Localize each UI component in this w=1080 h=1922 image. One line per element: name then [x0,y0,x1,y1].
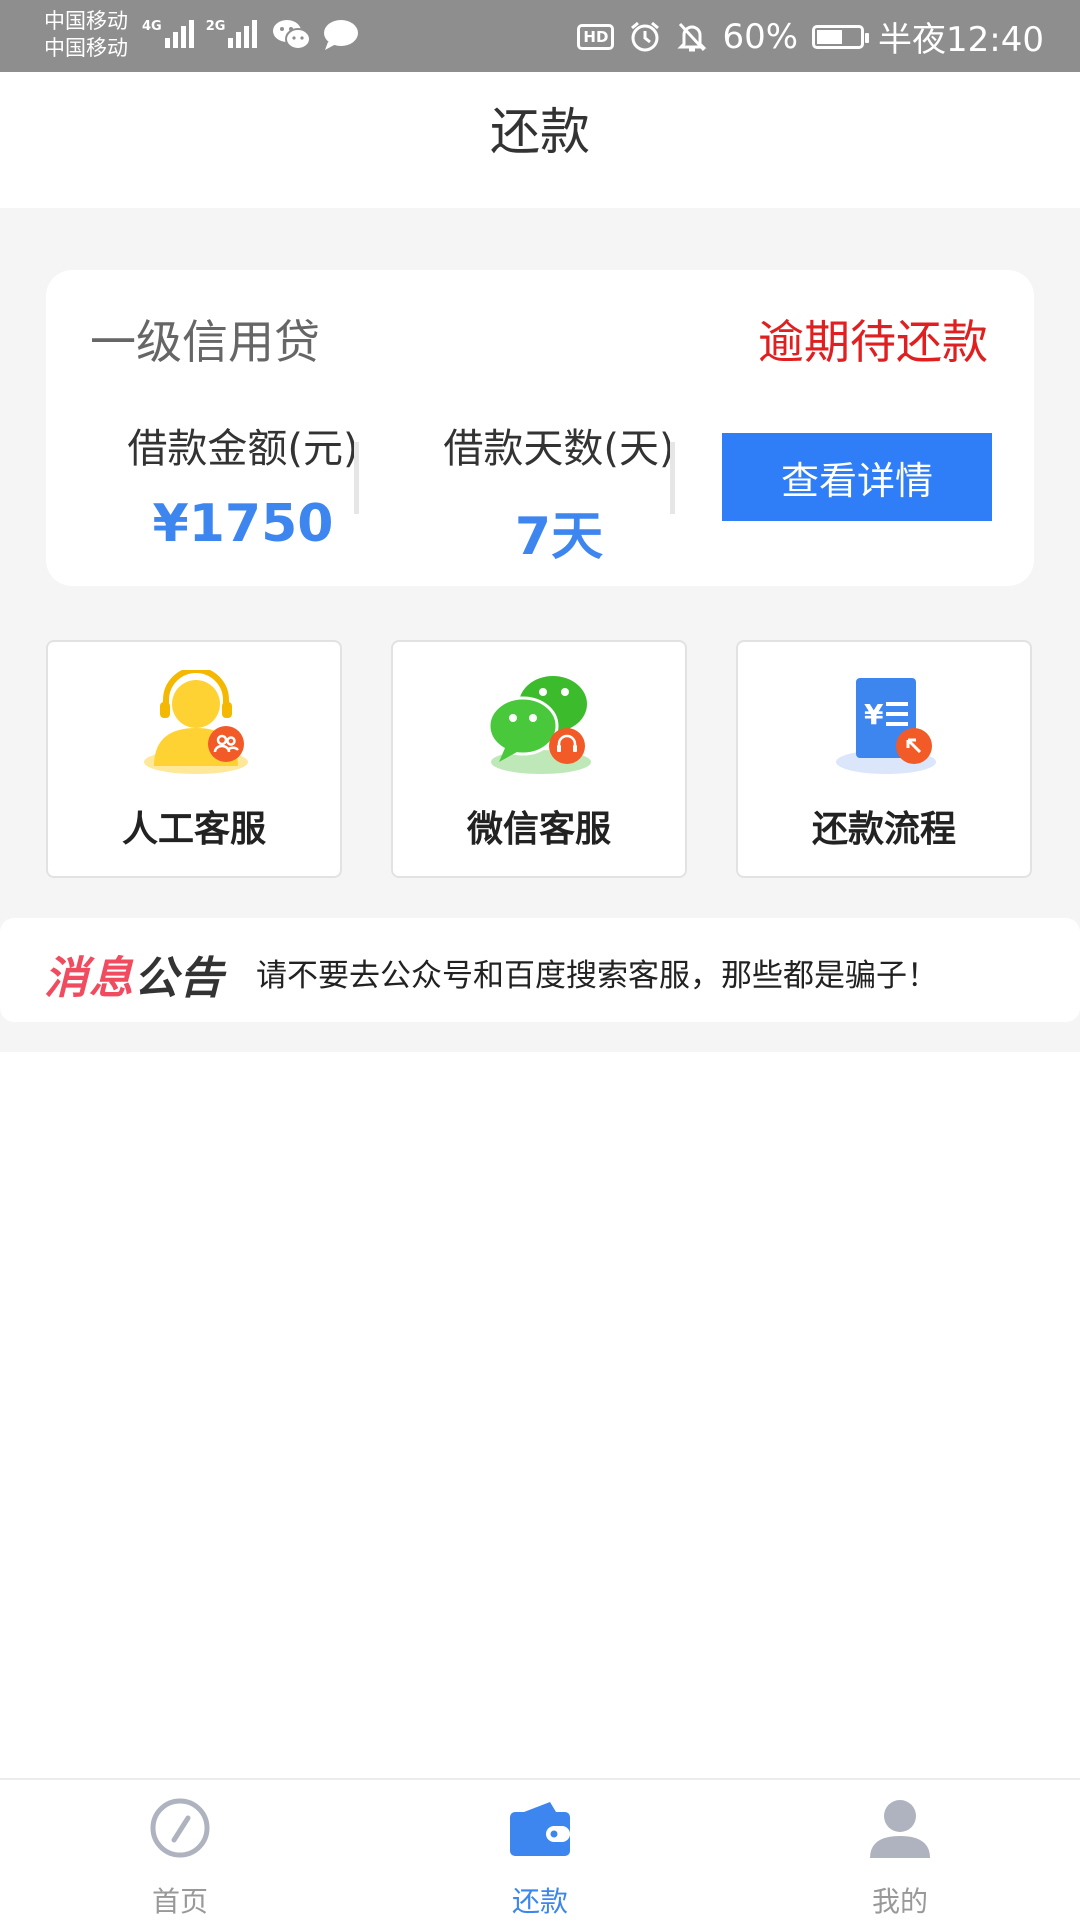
tab-label: 我的 [871,1885,928,1918]
bottom-tab-bar: 首页 还款 我的 [0,1778,1080,1922]
svg-text:¥: ¥ [864,698,884,731]
loan-product-name: 一级信用贷 [90,315,320,369]
notice-logo-part2: 公告 [134,953,224,1004]
stat-divider [354,442,359,514]
tab-label: 首页 [151,1885,208,1918]
service-tile-wechat[interactable]: 微信客服 [391,640,687,878]
carrier-2: 中国移动 [44,36,128,60]
alarm-icon [631,21,660,51]
repayment-process-icon: ¥ [836,678,936,774]
service-label: 微信客服 [466,809,611,850]
battery-icon [812,24,870,49]
hd-badge: HD [577,23,615,50]
signal-indicators: 4G 2G [142,14,258,48]
page-header: 还款 [0,72,1080,208]
signal-4g: 4G [142,14,194,48]
service-label: 还款流程 [811,809,956,850]
wallet-icon [510,1802,570,1856]
loan-card: 一级信用贷 逾期待还款 借款金额(元) ¥1750 借款天数(天) 7天 查看详… [46,270,1034,586]
notice-logo-part1: 消息 [44,953,134,1004]
network-type-2: 2G [205,19,226,34]
tab-home[interactable]: 首页 [80,1780,280,1922]
wechat-service-icon [487,676,591,774]
stat-divider [670,442,675,514]
service-tile-repayment-process[interactable]: ¥ 还款流程 [736,640,1032,878]
service-tile-customer-service[interactable]: 人工客服 [46,640,342,878]
mute-bell-icon [677,22,708,51]
status-right: HD 60% 半夜12:40 [577,12,1044,61]
notice-text: 请不要去公众号和百度搜索客服，那些都是骗子！ [256,958,938,994]
clock: 半夜12:40 [878,20,1044,60]
signal-bars-icon [164,14,194,48]
loan-amount-value: ¥1750 [152,494,334,554]
loan-days: 借款天数(天) 7天 [414,416,704,569]
signal-bars-icon [228,14,258,48]
loan-amount-label: 借款金额(元) [127,426,359,472]
page-title: 还款 [490,103,590,161]
carrier-names: 中国移动 中国移动 [44,8,128,62]
loan-days-value: 7天 [514,507,604,567]
notice-bar[interactable]: 消息公告 请不要去公众号和百度搜索客服，那些都是骗子！ [0,918,1080,1022]
carrier-1: 中国移动 [44,9,128,33]
network-type-1: 4G [142,19,162,34]
battery-fill [817,29,843,44]
user-icon [870,1800,930,1858]
wechat-notification-icon [273,20,311,50]
tab-label: 还款 [511,1885,568,1918]
loan-status: 逾期待还款 [758,315,988,369]
compass-icon [150,1798,210,1858]
battery-percent: 60% [722,16,799,57]
notification-icons [272,18,360,52]
view-details-button[interactable]: 查看详情 [722,433,992,521]
customer-service-icon [144,670,248,774]
service-label: 人工客服 [121,809,266,850]
message-notification-icon [324,20,358,50]
signal-2g: 2G [206,14,258,48]
loan-days-label: 借款天数(天) [443,426,675,472]
loan-amount: 借款金额(元) ¥1750 [98,416,388,554]
status-bar: 中国移动 中国移动 4G 2G HD 60% 半夜12:40 [0,0,1080,72]
tab-profile[interactable]: 我的 [800,1780,1000,1922]
notice-logo: 消息公告 [44,942,224,1006]
tab-repayment[interactable]: 还款 [440,1780,640,1922]
